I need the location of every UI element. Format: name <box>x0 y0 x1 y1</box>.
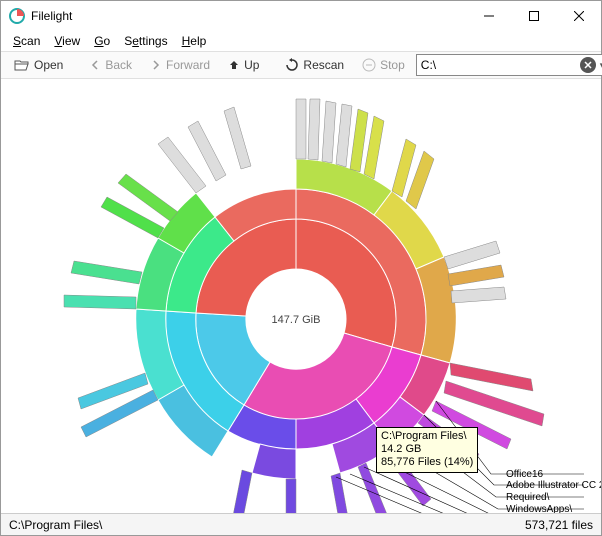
toolbar: Open Back Forward Up Rescan Stop ▾ Go <box>1 51 601 79</box>
chevron-left-icon <box>89 59 101 71</box>
titlebar: Filelight <box>1 1 601 31</box>
rescan-button[interactable]: Rescan <box>278 55 351 75</box>
close-button[interactable] <box>556 1 601 31</box>
x-icon <box>584 61 592 69</box>
tooltip-size: 14.2 GB <box>381 443 473 456</box>
segment-label: Office16 <box>506 469 543 480</box>
sunburst-chart[interactable]: Office16 Adobe Illustrator CC 2015\ Requ… <box>1 79 601 513</box>
open-label: Open <box>34 58 63 72</box>
tooltip-path: C:\Program Files\ <box>381 430 473 443</box>
forward-label: Forward <box>166 58 210 72</box>
open-button[interactable]: Open <box>7 55 70 75</box>
center-label: 147.7 GiB <box>272 314 321 326</box>
segment-tooltip: C:\Program Files\ 14.2 GB 85,776 Files (… <box>376 427 478 473</box>
segment-label: WindowsApps\ <box>506 504 572 513</box>
arrow-up-icon <box>228 59 240 71</box>
statusbar: C:\Program Files\ 573,721 files <box>1 513 601 535</box>
folder-open-icon <box>14 58 30 72</box>
segment-label: Required\ <box>506 492 550 503</box>
maximize-button[interactable] <box>511 1 556 31</box>
tooltip-files: 85,776 Files (14%) <box>381 456 473 469</box>
rescan-label: Rescan <box>303 58 344 72</box>
stop-button[interactable]: Stop <box>355 55 412 75</box>
up-label: Up <box>244 58 259 72</box>
app-icon <box>9 8 25 24</box>
menu-settings[interactable]: Settings <box>118 32 173 50</box>
back-button[interactable]: Back <box>82 55 139 75</box>
menubar: Scan View Go Settings Help <box>1 31 601 51</box>
path-input[interactable] <box>421 58 576 72</box>
refresh-icon <box>285 58 299 72</box>
up-button[interactable]: Up <box>221 55 266 75</box>
status-path: C:\Program Files\ <box>9 518 525 532</box>
stop-icon <box>362 58 376 72</box>
chevron-right-icon <box>150 59 162 71</box>
menu-view[interactable]: View <box>48 32 86 50</box>
menu-go[interactable]: Go <box>88 32 116 50</box>
menu-scan[interactable]: Scan <box>7 32 46 50</box>
segment-label: Adobe Illustrator CC 2015\ <box>506 480 601 491</box>
forward-button[interactable]: Forward <box>143 55 217 75</box>
window-title: Filelight <box>31 9 466 23</box>
back-label: Back <box>105 58 132 72</box>
path-input-container: ▾ <box>416 54 602 76</box>
menu-help[interactable]: Help <box>176 32 213 50</box>
minimize-button[interactable] <box>466 1 511 31</box>
clear-path-button[interactable] <box>580 57 596 73</box>
status-filecount: 573,721 files <box>525 518 593 532</box>
stop-label: Stop <box>380 58 405 72</box>
